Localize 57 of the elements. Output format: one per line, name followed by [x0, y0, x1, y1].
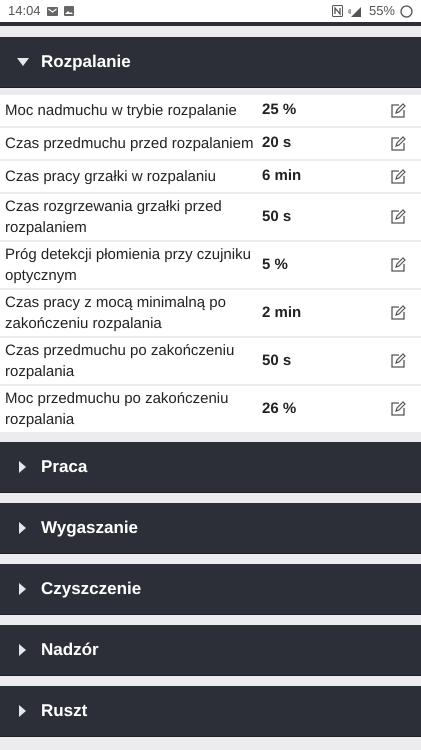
edit-icon: [390, 168, 406, 184]
setting-value: 20 s: [262, 133, 292, 154]
setting-label: Moc nadmuchu w trybie rozpalanie: [5, 101, 238, 121]
caret-right-icon: [19, 522, 27, 534]
setting-value: 26 %: [262, 398, 298, 419]
setting-value: 25 %: [262, 100, 298, 120]
section-header[interactable]: Ruszt: [0, 686, 421, 737]
edit-icon: [390, 257, 406, 273]
caret-down-icon: [17, 58, 29, 66]
setting-label: Czas przedmuchu po zakończeniu rozpalania: [5, 341, 236, 382]
edit-button[interactable]: [389, 102, 407, 120]
nfc-icon: [332, 5, 343, 17]
section-title: Wygaszanie: [41, 517, 138, 540]
image-icon: [64, 6, 74, 16]
edit-button[interactable]: [389, 134, 407, 152]
edit-button[interactable]: [389, 304, 407, 322]
setting-label: Próg detekcji płomienia przy czujniku optycznym: [5, 245, 252, 286]
edit-button[interactable]: [389, 400, 407, 418]
edit-icon: [390, 209, 406, 225]
setting-label: Czas przedmuchu przed rozpalaniem: [5, 134, 254, 154]
status-time: 14:04: [8, 2, 41, 20]
setting-value: 2 min: [262, 302, 302, 323]
section-title: Rozpalanie: [41, 51, 131, 74]
battery-ring-icon: [400, 4, 413, 18]
edit-button[interactable]: [389, 168, 407, 186]
section-title: Ruszt: [41, 700, 88, 722]
setting-value: 6 min: [262, 166, 302, 186]
setting-label: Moc przedmuchu po zakończeniu rozpalania: [5, 389, 230, 430]
caret-right-icon: [19, 461, 27, 473]
section-header[interactable]: Nadzór: [0, 625, 421, 676]
section-title: Praca: [41, 456, 88, 478]
section-header[interactable]: Wygaszanie: [0, 503, 421, 554]
signal-icon: [348, 4, 364, 18]
edit-icon: [390, 136, 406, 152]
setting-value: 50 s: [262, 206, 292, 227]
setting-value: 5 %: [262, 254, 289, 275]
edit-icon: [390, 401, 406, 417]
section-title: Czyszczenie: [41, 578, 142, 600]
section-header[interactable]: Rozpalanie: [0, 37, 421, 88]
caret-right-icon: [19, 705, 27, 717]
section-title: Nadzór: [41, 639, 99, 662]
edit-icon: [390, 305, 406, 321]
setting-label: Czas pracy z mocą minimalną po zakończeniu rozpalania: [5, 293, 227, 334]
battery-percent: 55%: [368, 2, 395, 20]
mail-icon: [46, 6, 58, 16]
setting-label: Czas pracy grzałki w rozpalaniu: [5, 167, 217, 187]
caret-right-icon: [19, 583, 27, 595]
edit-icon: [390, 353, 406, 369]
section-header[interactable]: Czyszczenie: [0, 564, 421, 615]
edit-button[interactable]: [389, 256, 407, 274]
setting-label: Czas rozgrzewania grzałki przed rozpalaniem: [5, 197, 223, 238]
edit-button[interactable]: [389, 208, 407, 226]
section-header[interactable]: Praca: [0, 442, 421, 493]
edit-icon: [390, 102, 406, 118]
setting-value: 50 s: [262, 350, 292, 371]
caret-right-icon: [19, 644, 27, 656]
edit-button[interactable]: [389, 352, 407, 370]
